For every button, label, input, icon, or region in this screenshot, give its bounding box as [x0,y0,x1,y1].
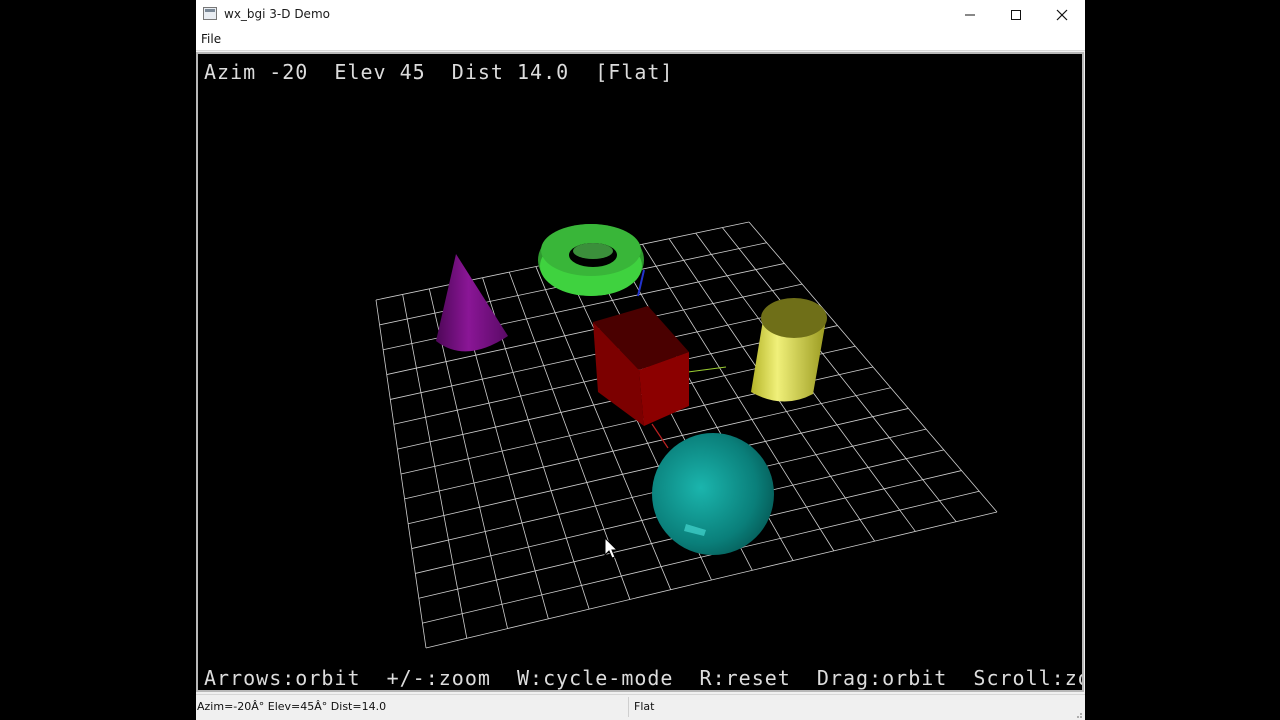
close-icon [1056,9,1068,21]
app-window: wx_bgi 3-D Demo File Azim -20 Elev 45 Di… [196,0,1085,720]
resize-grip-icon[interactable] [1073,709,1083,719]
minimize-icon [965,14,975,16]
window-title: wx_bgi 3-D Demo [224,7,330,21]
viewport-controls-help: Arrows:orbit +/-:zoom W:cycle-mode R:res… [204,666,1084,690]
status-bar: Azim=-20Â° Elev=45Â° Dist=14.0 Flat [196,694,1085,720]
maximize-button[interactable] [993,0,1039,30]
app-window-icon[interactable] [203,7,217,20]
status-separator [628,697,629,717]
maximize-icon [1011,10,1021,20]
status-render-mode: Flat [634,700,655,713]
menu-bar: File [196,30,1085,51]
viewport-header-readout: Azim -20 Elev 45 Dist 14.0 [Flat] [204,60,674,84]
menu-file[interactable]: File [201,32,221,46]
status-camera-readout: Azim=-20Â° Elev=45Â° Dist=14.0 [197,700,387,713]
axis-x [651,423,669,449]
title-bar[interactable]: wx_bgi 3-D Demo [196,0,1085,30]
close-button[interactable] [1039,0,1085,30]
cylinder-object [751,298,827,402]
cone-object [436,254,508,352]
mouse-cursor-icon [604,536,619,559]
minimize-button[interactable] [947,0,993,30]
render-viewport[interactable]: Azim -20 Elev 45 Dist 14.0 [Flat] Arrows… [196,52,1084,692]
cube-object [593,306,689,426]
sphere-object [652,433,774,555]
scene-canvas[interactable] [198,54,1082,690]
torus-object [538,224,644,296]
